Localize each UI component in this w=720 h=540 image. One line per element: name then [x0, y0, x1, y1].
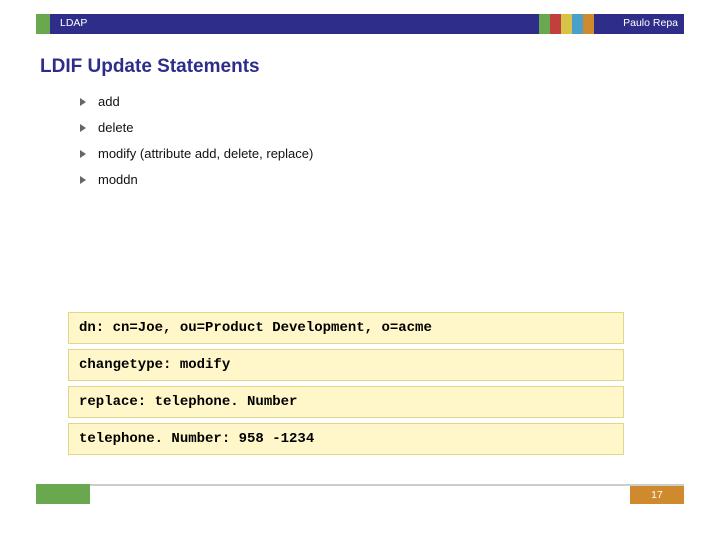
header-swatches — [539, 14, 594, 34]
header-bar: LDAP Paulo Repa — [36, 14, 684, 34]
swatch — [572, 14, 583, 34]
slide: LDAP Paulo Repa LDIF Update Statements a… — [0, 0, 720, 540]
page-number: 17 — [651, 489, 663, 501]
list-item: moddn — [80, 172, 313, 187]
footer-divider — [36, 484, 684, 486]
list-item-label: add — [98, 94, 120, 109]
code-line: replace: telephone. Number — [68, 386, 624, 418]
header-label: LDAP — [60, 17, 87, 29]
list-item-label: moddn — [98, 172, 138, 187]
swatch — [583, 14, 594, 34]
bullet-arrow-icon — [80, 98, 86, 106]
slide-title: LDIF Update Statements — [40, 56, 260, 78]
code-line: changetype: modify — [68, 349, 624, 381]
footer-accent — [36, 484, 90, 504]
list-item-label: delete — [98, 120, 133, 135]
list-item: add — [80, 94, 313, 109]
list-item: delete — [80, 120, 313, 135]
swatch — [550, 14, 561, 34]
swatch — [561, 14, 572, 34]
page-number-box: 17 — [630, 486, 684, 504]
header-accent — [36, 14, 50, 34]
bullet-list: add delete modify (attribute add, delete… — [80, 94, 313, 198]
header-author: Paulo Repa — [623, 17, 678, 29]
code-line: dn: cn=Joe, ou=Product Development, o=ac… — [68, 312, 624, 344]
code-line: telephone. Number: 958 -1234 — [68, 423, 624, 455]
swatch — [539, 14, 550, 34]
bullet-arrow-icon — [80, 124, 86, 132]
list-item-label: modify (attribute add, delete, replace) — [98, 146, 313, 161]
bullet-arrow-icon — [80, 150, 86, 158]
bullet-arrow-icon — [80, 176, 86, 184]
list-item: modify (attribute add, delete, replace) — [80, 146, 313, 161]
